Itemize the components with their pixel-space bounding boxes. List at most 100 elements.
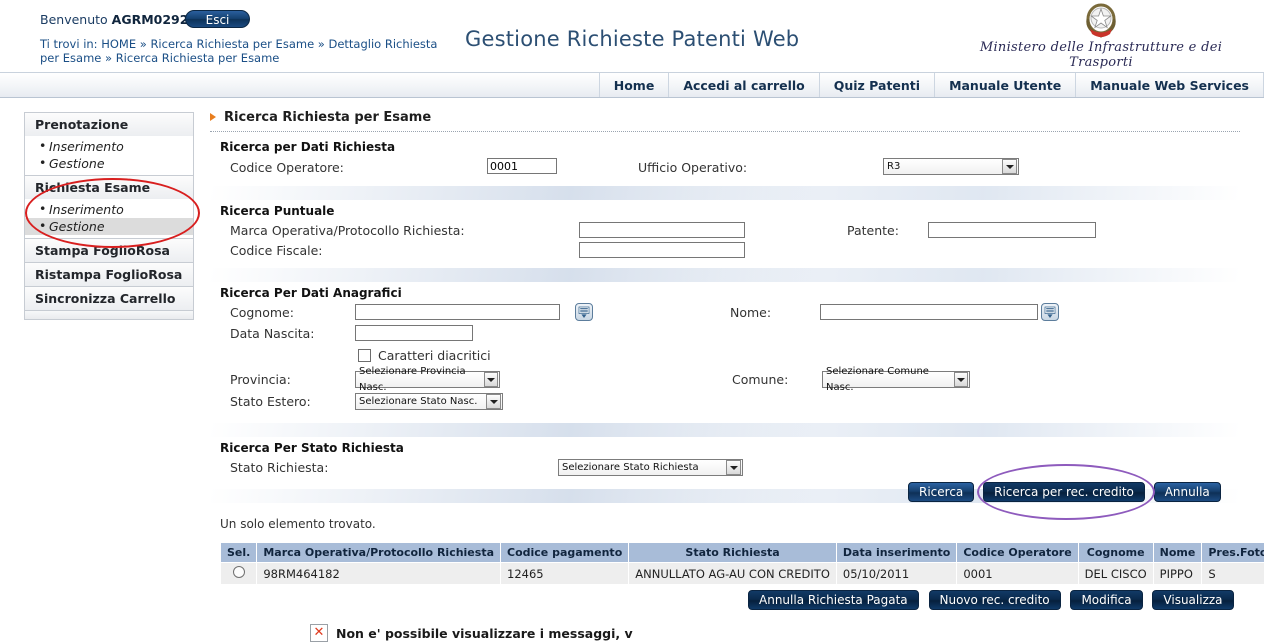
sidebar-item-prenotazione-inserimento[interactable]: Inserimento <box>25 138 193 155</box>
sidebar-group-richiesta-esame[interactable]: Richiesta Esame <box>24 175 194 199</box>
sidebar-item-prenotazione-gestione[interactable]: Gestione <box>25 155 193 172</box>
list-lookup-icon-nome[interactable] <box>1041 303 1059 321</box>
input-marca-operativa[interactable] <box>579 222 745 238</box>
label-data-nascita: Data Nascita: <box>230 326 314 341</box>
table-header-row: Sel. Marca Operativa/Protocollo Richiest… <box>221 543 1264 563</box>
nav-item-home[interactable]: Home <box>599 73 669 97</box>
row-select-radio-cell[interactable] <box>221 563 257 585</box>
row-data-nascita: Data Nascita: <box>210 325 1240 347</box>
modifica-button[interactable]: Modifica <box>1070 590 1142 610</box>
sidebar-subgroup-richiesta-esame: Inserimento Gestione <box>24 199 194 238</box>
input-codice-fiscale[interactable] <box>579 242 745 258</box>
chevron-down-icon-stato-estero[interactable] <box>486 394 501 409</box>
section-title-stato-richiesta: Ricerca Per Stato Richiesta <box>220 441 1240 455</box>
results-table: Sel. Marca Operativa/Protocollo Richiest… <box>220 542 1264 585</box>
row-provincia-comune: Provincia: Selezionare Provincia Nasc. C… <box>210 371 1240 393</box>
page-title: Ricerca Richiesta per Esame <box>210 110 1240 125</box>
label-cognome: Cognome: <box>230 305 294 320</box>
section-divider-2 <box>210 268 1240 282</box>
sidebar-group-ristampa-fogliorosa[interactable]: Ristampa FoglioRosa <box>24 262 194 286</box>
sidebar: Prenotazione Inserimento Gestione Richie… <box>24 112 194 320</box>
row-stato-richiesta: Stato Richiesta: Selezionare Stato Richi… <box>210 459 1240 483</box>
page-app-title: Gestione Richieste Patenti Web <box>465 27 799 51</box>
label-provincia: Provincia: <box>230 372 291 387</box>
input-nome[interactable] <box>820 304 1038 320</box>
error-message-text: Non e' possibile visualizzare i messaggi… <box>336 626 633 641</box>
cell-codice-operatore: 0001 <box>957 563 1078 585</box>
search-buttons-bar: Ricerca Ricerca per rec. credito Annulla <box>908 482 1221 502</box>
select-comune-value: Selezionare Comune Nasc. <box>826 364 954 396</box>
nav-item-quiz[interactable]: Quiz Patenti <box>819 73 934 97</box>
col-stato-richiesta: Stato Richiesta <box>629 543 837 563</box>
input-data-nascita[interactable] <box>355 325 473 341</box>
error-x-icon: ✕ <box>310 624 328 642</box>
cell-marca: 98RM464182 <box>257 563 501 585</box>
label-nome: Nome: <box>730 305 771 320</box>
chevron-down-icon-provincia[interactable] <box>484 372 498 387</box>
row-codice-operatore: Codice Operatore: Ufficio Operativo: R3 <box>210 158 1240 182</box>
ministry-label: Ministero delle Infrastrutture e dei Tra… <box>956 40 1246 70</box>
ricerca-button[interactable]: Ricerca <box>908 482 974 502</box>
col-nome: Nome <box>1153 543 1202 563</box>
radio-button-icon[interactable] <box>233 566 245 578</box>
label-codice-operatore: Codice Operatore: <box>230 160 344 175</box>
col-codice-pagamento: Codice pagamento <box>501 543 629 563</box>
sidebar-item-richiesta-gestione[interactable]: Gestione <box>25 218 193 235</box>
section-divider-3 <box>210 423 1240 437</box>
label-ufficio-operativo: Ufficio Operativo: <box>638 160 747 175</box>
sidebar-group-prenotazione[interactable]: Prenotazione <box>24 112 194 136</box>
visualizza-button[interactable]: Visualizza <box>1152 590 1233 610</box>
label-patente: Patente: <box>847 223 899 238</box>
select-ufficio-operativo[interactable]: R3 <box>883 158 1019 175</box>
annulla-button[interactable]: Annulla <box>1154 482 1221 502</box>
annulla-richiesta-pagata-button[interactable]: Annulla Richiesta Pagata <box>748 590 919 610</box>
sidebar-footer <box>24 310 194 320</box>
section-title-anagrafici: Ricerca Per Dati Anagrafici <box>220 286 1240 300</box>
row-action-buttons-bar: Annulla Richiesta Pagata Nuovo rec. cred… <box>748 590 1234 610</box>
select-stato-estero[interactable]: Selezionare Stato Nasc. <box>355 393 503 410</box>
main-navigation: Home Accedi al carrello Quiz Patenti Man… <box>0 72 1264 98</box>
col-pres-foto: Pres.Foto <box>1202 543 1264 563</box>
cell-nome: PIPPO <box>1153 563 1202 585</box>
label-stato-richiesta: Stato Richiesta: <box>230 460 328 475</box>
cell-cognome: DEL CISCO <box>1078 563 1153 585</box>
chevron-down-icon-stato-richiesta[interactable] <box>726 460 741 475</box>
nav-item-carrello[interactable]: Accedi al carrello <box>668 73 818 97</box>
results-count-text: Un solo elemento trovato. <box>220 517 376 531</box>
label-caratteri-diacritici: Caratteri diacritici <box>378 348 491 363</box>
select-stato-richiesta[interactable]: Selezionare Stato Richiesta <box>558 459 743 476</box>
cell-stato: ANNULLATO AG-AU CON CREDITO <box>629 563 837 585</box>
label-codice-fiscale: Codice Fiscale: <box>230 243 323 258</box>
select-ufficio-operativo-value: R3 <box>887 159 900 175</box>
sidebar-group-stampa-fogliorosa[interactable]: Stampa FoglioRosa <box>24 238 194 262</box>
input-cognome[interactable] <box>355 304 560 320</box>
cell-pres-foto: S <box>1202 563 1264 585</box>
list-lookup-icon-cognome[interactable] <box>575 303 593 321</box>
error-message: ✕ Non e' possibile visualizzare i messag… <box>310 624 633 642</box>
chevron-down-icon[interactable] <box>1002 159 1017 174</box>
logout-button[interactable]: Esci <box>185 10 250 28</box>
input-patente[interactable] <box>928 222 1096 238</box>
label-stato-estero: Stato Estero: <box>230 394 311 409</box>
checkbox-caratteri-diacritici[interactable] <box>358 349 371 362</box>
section-divider-1 <box>210 186 1240 200</box>
row-stato-estero: Stato Estero: Selezionare Stato Nasc. <box>210 393 1240 415</box>
nuovo-rec-credito-button[interactable]: Nuovo rec. credito <box>929 590 1061 610</box>
page-header: Benvenuto AGRM029201 Esci Ti trovi in: H… <box>0 0 1264 70</box>
breadcrumb: Ti trovi in: HOME » Ricerca Richiesta pe… <box>40 37 440 65</box>
cell-data-inserimento: 05/10/2011 <box>836 563 956 585</box>
italian-republic-emblem-icon <box>956 2 1246 42</box>
chevron-down-icon-comune[interactable] <box>954 372 968 387</box>
nav-item-webservices[interactable]: Manuale Web Services <box>1075 73 1264 97</box>
sidebar-item-richiesta-inserimento[interactable]: Inserimento <box>25 201 193 218</box>
nav-item-manuale[interactable]: Manuale Utente <box>934 73 1075 97</box>
select-comune[interactable]: Selezionare Comune Nasc. <box>822 371 970 388</box>
sidebar-group-sincronizza-carrello[interactable]: Sincronizza Carrello <box>24 286 194 310</box>
bullet-triangle-icon <box>210 113 216 121</box>
select-provincia[interactable]: Selezionare Provincia Nasc. <box>355 371 500 388</box>
table-row[interactable]: 98RM464182 12465 ANNULLATO AG-AU CON CRE… <box>221 563 1264 585</box>
label-comune: Comune: <box>732 372 788 387</box>
col-sel: Sel. <box>221 543 257 563</box>
ricerca-rec-credito-button[interactable]: Ricerca per rec. credito <box>983 482 1145 502</box>
input-codice-operatore[interactable] <box>487 158 557 174</box>
